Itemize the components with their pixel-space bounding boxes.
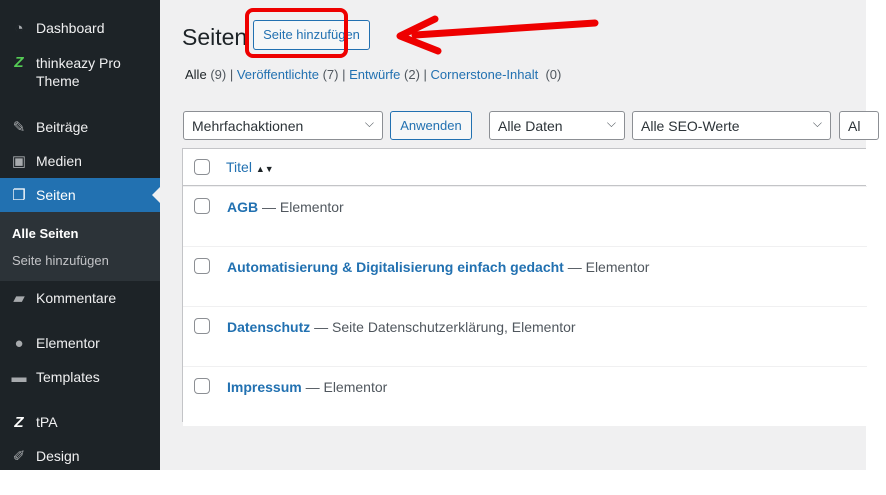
sidebar-item-dashboard[interactable]: ◔ Dashboard bbox=[0, 20, 160, 38]
table-row: AGB — Elementor bbox=[183, 186, 867, 246]
row-checkbox[interactable] bbox=[194, 198, 210, 214]
submenu: Alle Seiten Seite hinzufügen bbox=[0, 212, 160, 281]
submenu-alle-seiten[interactable]: Alle Seiten bbox=[12, 226, 78, 241]
sidebar-item-templates[interactable]: ▬ Templates bbox=[0, 369, 160, 387]
row-checkbox[interactable] bbox=[194, 378, 210, 394]
view-published[interactable]: Veröffentlichte bbox=[237, 67, 319, 82]
brush-icon: ✐ bbox=[12, 448, 26, 465]
seo-filter-select[interactable]: Alle SEO-Werte ⌵ bbox=[632, 111, 831, 140]
sidebar-item-medien[interactable]: ▣ Medien bbox=[0, 153, 160, 171]
view-cornerstone[interactable]: Cornerstone-Inhalt bbox=[431, 67, 539, 82]
table-row: Automatisierung & Digitalisierung einfac… bbox=[183, 246, 867, 306]
media-icon: ▣ bbox=[11, 153, 27, 170]
view-filters: Alle (9) | Veröffentlichte (7) | Entwürf… bbox=[185, 67, 562, 82]
comment-icon: ▰ bbox=[13, 290, 25, 307]
pages-table: Titel ▲▼ AGB — Elementor Automatisierung… bbox=[182, 148, 867, 426]
view-drafts[interactable]: Entwürfe bbox=[349, 67, 400, 82]
column-title-header[interactable]: Titel ▲▼ bbox=[226, 159, 274, 175]
sidebar-item-thinkeazy[interactable]: Zthinkeazy Pro Theme bbox=[0, 54, 160, 90]
submenu-seite-hinzufuegen[interactable]: Seite hinzufügen bbox=[12, 253, 109, 268]
admin-sidebar: ◔ Dashboard Zthinkeazy Pro Theme ✎ Beiträg… bbox=[0, 0, 160, 470]
table-row: Impressum — Elementor bbox=[183, 366, 867, 426]
more-filter-select[interactable]: Al bbox=[839, 111, 879, 140]
pages-icon: ❐ bbox=[12, 187, 26, 204]
sidebar-item-kommentare[interactable]: ▰ Kommentare bbox=[0, 290, 160, 308]
folder-icon: ▬ bbox=[11, 369, 27, 386]
sidebar-item-beitraege[interactable]: ✎ Beiträge bbox=[0, 119, 160, 137]
main-content: Seiten Seite hinzufügen Alle (9) | Veröf… bbox=[160, 0, 879, 470]
elementor-icon: ● bbox=[14, 335, 24, 352]
page-title: Seiten bbox=[182, 24, 248, 50]
chevron-down-icon: ⌵ bbox=[364, 116, 374, 130]
pin-icon: ✎ bbox=[12, 119, 26, 136]
row-checkbox[interactable] bbox=[194, 258, 210, 274]
select-all-checkbox[interactable] bbox=[194, 159, 210, 175]
date-filter-select[interactable]: Alle Daten ⌵ bbox=[489, 111, 625, 140]
chevron-down-icon: ⌵ bbox=[606, 116, 616, 130]
thinkeazy-logo-icon: Z bbox=[14, 54, 24, 71]
page-title-link[interactable]: AGB bbox=[227, 199, 258, 215]
sidebar-item-design[interactable]: ✐ Design bbox=[0, 448, 160, 466]
dashboard-icon: ◔ bbox=[14, 20, 24, 37]
annotation-arrow bbox=[396, 15, 599, 55]
highlight-box bbox=[245, 8, 348, 58]
chevron-down-icon: ⌵ bbox=[812, 116, 822, 130]
sort-icon: ▲▼ bbox=[255, 164, 274, 174]
page-title-link[interactable]: Datenschutz bbox=[227, 319, 310, 335]
view-all[interactable]: Alle bbox=[185, 67, 207, 82]
row-checkbox[interactable] bbox=[194, 318, 210, 334]
page-title-link[interactable]: Impressum bbox=[227, 379, 302, 395]
sidebar-item-tpa[interactable]: ZtPA bbox=[0, 414, 160, 432]
apply-button[interactable]: Anwenden bbox=[390, 111, 472, 140]
page-title-link[interactable]: Automatisierung & Digitalisierung einfac… bbox=[227, 259, 564, 275]
sidebar-item-elementor[interactable]: ● Elementor bbox=[0, 335, 160, 353]
tpa-logo-icon: Z bbox=[14, 414, 24, 431]
bulk-actions-select[interactable]: Mehrfachaktionen ⌵ bbox=[183, 111, 383, 140]
table-row: Datenschutz — Seite Datenschutzerklärung… bbox=[183, 306, 867, 366]
sidebar-item-seiten[interactable]: ❐ Seiten bbox=[0, 178, 160, 212]
